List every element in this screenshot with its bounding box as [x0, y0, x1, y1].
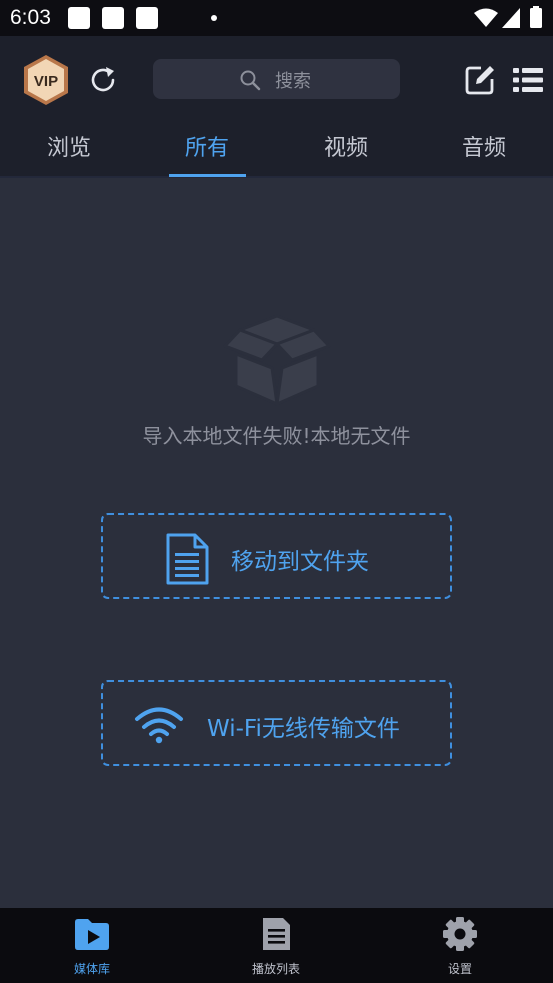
tab-browse[interactable]: 浏览	[0, 123, 138, 178]
playlist-icon	[263, 918, 290, 950]
active-tab-indicator	[169, 174, 246, 177]
category-tabs: 浏览 所有 视频 音频	[0, 123, 553, 178]
nav-media-library[interactable]: 媒体库	[0, 908, 184, 983]
notification-dot-icon	[211, 15, 217, 21]
edit-icon[interactable]	[464, 64, 496, 96]
empty-state-message: 导入本地文件失败!本地无文件	[142, 424, 411, 448]
tab-video[interactable]: 视频	[277, 123, 415, 178]
wifi-status-icon	[474, 8, 498, 27]
empty-box-icon	[223, 314, 331, 406]
app-screen: 6:03 VIP 搜索 浏览 所有 视频 音频 导入本地文件失败!本地无文件 移…	[0, 0, 553, 983]
notification-icon	[68, 7, 90, 29]
tab-audio[interactable]: 音频	[415, 123, 553, 178]
signal-icon	[502, 8, 520, 28]
document-icon	[166, 533, 209, 585]
move-to-folder-button[interactable]: 移动到文件夹	[101, 513, 452, 599]
status-bar: 6:03	[0, 0, 553, 36]
tab-all[interactable]: 所有	[138, 123, 276, 178]
nav-settings[interactable]: 设置	[368, 908, 552, 983]
status-time: 6:03	[10, 6, 51, 29]
bottom-navigation: 媒体库 播放列表 设置	[0, 908, 553, 983]
nav-settings-label: 设置	[447, 962, 472, 976]
battery-icon	[530, 6, 542, 28]
vip-badge-icon[interactable]: VIP	[22, 54, 70, 106]
svg-text:VIP: VIP	[34, 73, 58, 90]
nav-media-library-label: 媒体库	[73, 962, 110, 976]
search-icon	[240, 70, 261, 91]
refresh-icon[interactable]	[87, 64, 119, 96]
media-library-icon	[75, 919, 109, 950]
move-to-folder-label: 移动到文件夹	[231, 549, 369, 575]
nav-playlist[interactable]: 播放列表	[184, 908, 368, 983]
search-placeholder: 搜索	[275, 71, 311, 92]
nav-playlist-label: 播放列表	[251, 962, 300, 976]
list-menu-icon[interactable]	[512, 64, 544, 96]
settings-icon	[443, 917, 477, 951]
wifi-icon	[135, 707, 183, 744]
search-input[interactable]: 搜索	[153, 59, 400, 99]
notification-icon	[102, 7, 124, 29]
app-header: VIP 搜索	[0, 36, 553, 123]
wifi-transfer-label: Wi-Fi无线传输文件	[207, 716, 400, 742]
notification-icon	[136, 7, 158, 29]
wifi-transfer-button[interactable]: Wi-Fi无线传输文件	[101, 680, 452, 766]
